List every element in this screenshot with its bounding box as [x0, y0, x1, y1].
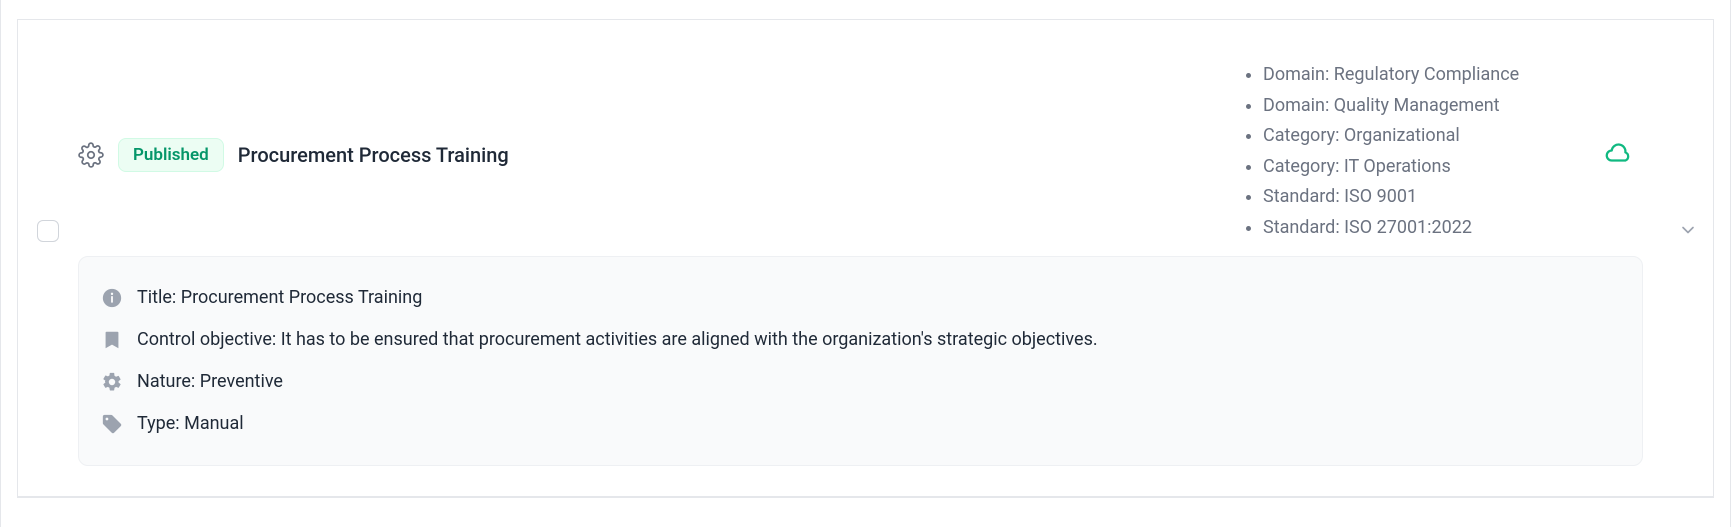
detail-type-row: Type: Manual [101, 403, 1620, 445]
checkbox-column [18, 20, 78, 242]
detail-objective-row: Control objective: It has to be ensured … [101, 319, 1620, 361]
meta-item: Standard: ISO 9001 [1263, 182, 1583, 213]
meta-item: Category: IT Operations [1263, 152, 1583, 183]
status-badge: Published [118, 138, 224, 172]
meta-column: Domain: Regulatory Compliance Domain: Qu… [1243, 50, 1583, 244]
cloud-column [1583, 50, 1653, 168]
tag-icon [101, 413, 123, 435]
meta-item: Domain: Quality Management [1263, 91, 1583, 122]
expand-column [1663, 20, 1713, 240]
control-title[interactable]: Procurement Process Training [238, 143, 509, 167]
cog-icon [101, 371, 123, 393]
header-area: Published Procurement Process Training [78, 50, 1243, 188]
meta-item: Category: Organizational [1263, 121, 1583, 152]
detail-title-text: Title: Procurement Process Training [137, 287, 422, 308]
top-area: Published Procurement Process Training D… [78, 50, 1663, 244]
cloud-icon[interactable] [1603, 138, 1633, 168]
detail-objective-text: Control objective: It has to be ensured … [137, 329, 1098, 350]
row-select-checkbox[interactable] [37, 220, 59, 242]
info-icon [101, 287, 123, 309]
row-divider-top [17, 0, 1714, 20]
meta-item: Standard: ISO 27001:2022 [1263, 213, 1583, 244]
detail-nature-text: Nature: Preventive [137, 371, 283, 392]
details-panel: Title: Procurement Process Training Cont… [78, 256, 1643, 466]
row-divider-bottom [17, 497, 1714, 527]
meta-list: Domain: Regulatory Compliance Domain: Qu… [1243, 60, 1583, 244]
header-line: Published Procurement Process Training [78, 138, 1243, 172]
meta-item: Domain: Regulatory Compliance [1263, 60, 1583, 91]
detail-type-text: Type: Manual [137, 413, 244, 434]
gear-icon [78, 142, 104, 168]
detail-nature-row: Nature: Preventive [101, 361, 1620, 403]
chevron-down-icon[interactable] [1678, 220, 1698, 240]
bookmark-icon [101, 329, 123, 351]
content-column: Published Procurement Process Training D… [78, 20, 1663, 496]
detail-title-row: Title: Procurement Process Training [101, 277, 1620, 319]
control-row: Published Procurement Process Training D… [17, 20, 1714, 497]
